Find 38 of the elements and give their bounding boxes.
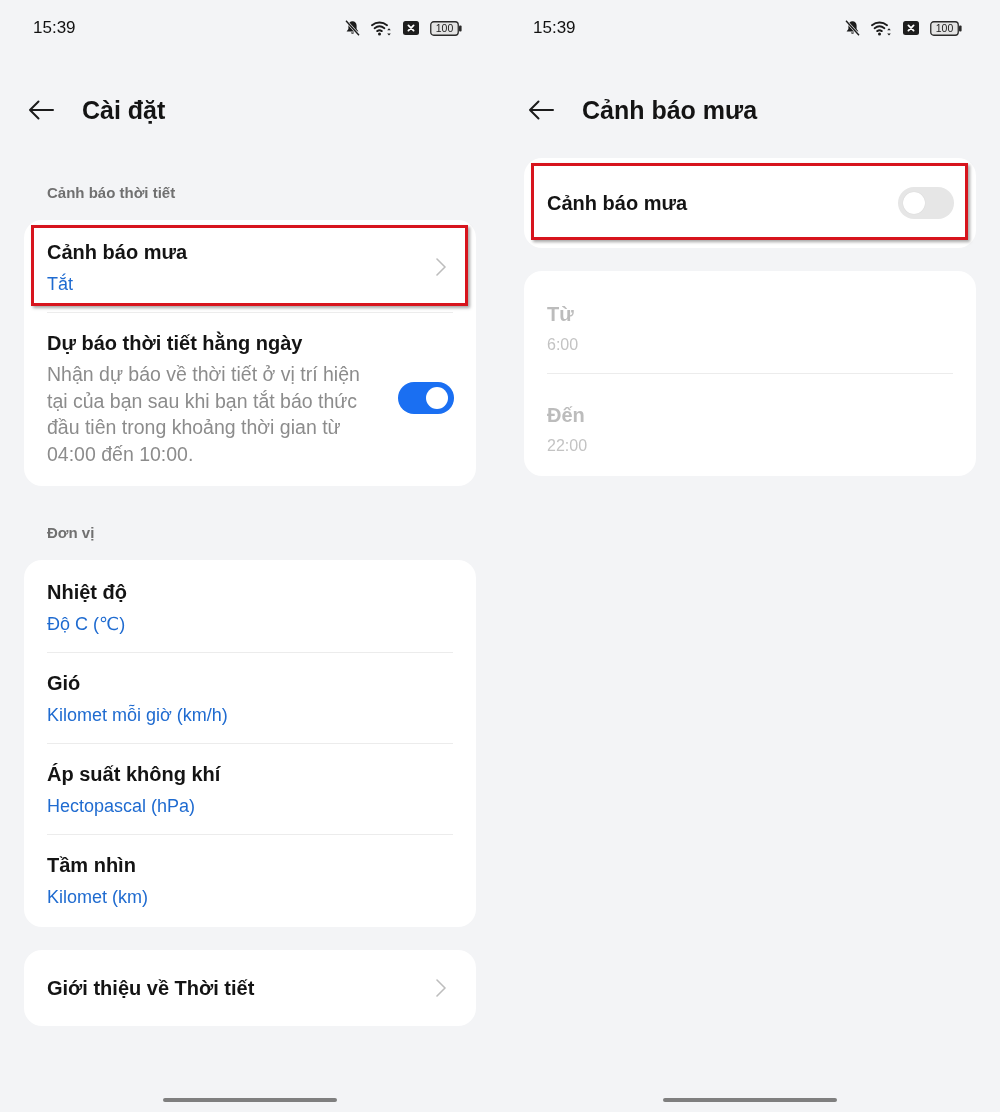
status-time: 15:39: [533, 18, 576, 38]
setting-value: Kilomet (km): [47, 885, 149, 909]
setting-value: Tắt: [47, 272, 74, 296]
x-square-icon: [903, 21, 919, 35]
x-square-icon: [403, 21, 419, 35]
section-heading: Đơn vị: [46, 522, 96, 543]
setting-value: 6:00: [547, 335, 580, 355]
page-title: Cài đặt: [82, 96, 166, 124]
setting-title[interactable]: Nhiệt độ: [47, 577, 454, 606]
battery-indicator: 100: [430, 20, 462, 36]
setting-value: 22:00: [547, 436, 589, 456]
setting-title[interactable]: Gió: [47, 668, 454, 697]
setting-title: Từ: [547, 302, 575, 327]
setting-title[interactable]: Giới thiệu về Thời tiết: [47, 973, 412, 1002]
section-heading: Cảnh báo thời tiết: [46, 183, 177, 203]
chevron-right-icon: [436, 978, 446, 997]
wifi-icon: [871, 20, 892, 36]
setting-title: Dự báo thời tiết hằng ngày: [47, 330, 304, 356]
battery-indicator: 100: [930, 20, 962, 36]
status-time: 15:39: [33, 18, 76, 38]
setting-title: Cảnh báo mưa: [547, 191, 689, 216]
setting-title[interactable]: Cảnh báo mưa: [47, 238, 412, 266]
bell-slash-icon: [345, 20, 360, 36]
setting-value: Độ C (℃): [47, 612, 127, 636]
setting-title[interactable]: Tầm nhìn: [47, 850, 454, 879]
chevron-right-icon: [436, 258, 446, 276]
setting-title[interactable]: Áp suất không khí: [47, 759, 454, 788]
bell-slash-icon: [845, 20, 860, 36]
setting-value: Kilomet mỗi giờ (km/h): [47, 703, 229, 727]
page-title: Cảnh báo mưa: [582, 96, 758, 124]
back-arrow-icon[interactable]: [528, 100, 554, 120]
toggle-switch[interactable]: [398, 382, 454, 415]
setting-title: Đến: [547, 403, 586, 428]
wifi-icon: [371, 20, 392, 36]
setting-value: Hectopascal (hPa): [47, 794, 197, 818]
back-arrow-icon[interactable]: [28, 100, 54, 120]
setting-description: Nhận dự báo về thời tiết ở vị trí hiện tại của bạn sau khi bạn tắt báo thức đầu tiên trong khoảng thời gian từ 04:00 đến 10:00.: [47, 362, 361, 468]
toggle-switch[interactable]: [898, 187, 954, 219]
